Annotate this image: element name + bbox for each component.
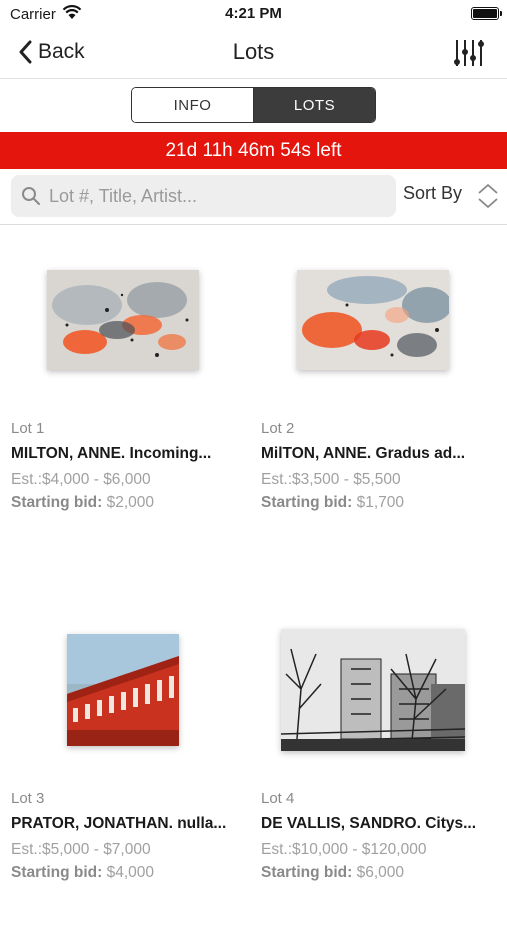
lot-estimate: Est.:$5,000 - $7,000 [11,841,151,858]
lot-card-3[interactable]: Lot 3 PRATOR, JONATHAN. nulla... Est.:$5… [0,595,245,925]
lot-starting-bid: Starting bid: $6,000 [261,864,405,881]
tab-info[interactable]: INFO [132,88,254,122]
lot-title: MilTON, ANNE. Gradus ad... [261,445,466,462]
lot-image-abstract-painting [46,270,199,370]
search-icon [22,187,40,205]
lot-card-1[interactable]: Lot 1 MILTON, ANNE. Incoming... Est.:$4,… [0,225,245,555]
sort-chevrons-icon[interactable] [476,182,500,210]
info-lots-segmented-control: INFO LOTS [131,87,376,123]
filter-sliders-icon[interactable] [451,36,485,70]
battery-icon [471,7,502,20]
lot-estimate: Est.:$10,000 - $120,000 [261,841,427,858]
lot-number: Lot 4 [261,790,295,807]
lot-image-red-brick-building [66,634,179,746]
auction-countdown-banner: 21d 11h 46m 54s left [0,132,507,169]
lot-card-4[interactable]: Lot 4 DE VALLIS, SANDRO. Citys... Est.:$… [250,595,495,925]
lot-title: DE VALLIS, SANDRO. Citys... [261,815,477,832]
search-bar [11,175,396,217]
lot-image-abstract-painting [296,270,449,370]
lot-title: PRATOR, JONATHAN. nulla... [11,815,227,832]
lot-starting-bid: Starting bid: $4,000 [11,864,155,881]
lot-number: Lot 1 [11,420,45,437]
lot-starting-bid: Starting bid: $1,700 [261,494,405,511]
clock: 4:21 PM [225,5,282,22]
lot-title: MILTON, ANNE. Incoming... [11,445,212,462]
tab-lots[interactable]: LOTS [254,88,375,122]
page-title: Lots [232,39,275,64]
status-bar: Carrier 4:21 PM [0,0,507,28]
search-input[interactable] [47,184,371,208]
sort-by-button[interactable]: Sort By [403,183,462,204]
lot-starting-bid: Starting bid: $2,000 [11,494,155,511]
lot-estimate: Est.:$4,000 - $6,000 [11,471,151,488]
lot-image-cityscape-drawing [280,629,465,751]
navigation-bar: Back Lots [0,28,507,79]
lot-number: Lot 2 [261,420,295,437]
lot-number: Lot 3 [11,790,45,807]
lot-estimate: Est.:$3,500 - $5,500 [261,471,401,488]
lot-card-2[interactable]: Lot 2 MilTON, ANNE. Gradus ad... Est.:$3… [250,225,495,555]
